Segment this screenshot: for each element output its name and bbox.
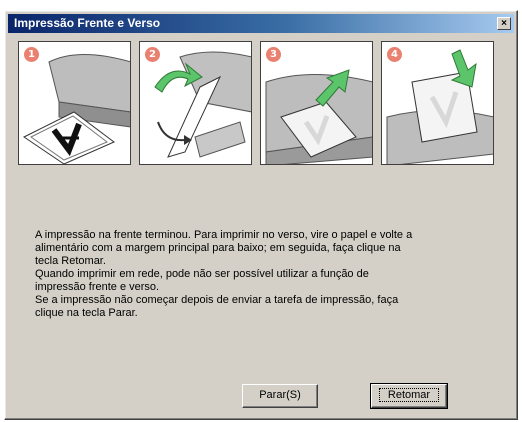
step-3-badge: 3: [266, 47, 281, 62]
resume-button-label: Retomar: [378, 388, 440, 402]
stop-button-label: Parar(S): [259, 389, 301, 401]
duplex-dialog: Impressão Frente e Verso × 1 2 3 4 A imp…: [4, 10, 518, 420]
step-4-illustration: 4: [381, 41, 494, 165]
message-line: tecla Retomar.: [35, 255, 106, 267]
step-1-badge: 1: [24, 47, 39, 62]
stop-button[interactable]: Parar(S): [242, 384, 318, 408]
step-1-illustration: 1: [18, 41, 131, 165]
step-3-illustration: 3: [260, 41, 373, 165]
close-icon: ×: [501, 18, 507, 29]
step-4-badge: 4: [387, 47, 402, 62]
close-button[interactable]: ×: [497, 17, 511, 30]
message-line: A impressão na frente terminou. Para imp…: [35, 229, 413, 241]
message-line: alimentário com a margem principal para …: [35, 242, 401, 254]
message-line: Quando imprimir em rede, pode não ser po…: [35, 268, 369, 280]
instructions-text: A impressão na frente terminou. Para imp…: [35, 229, 495, 320]
title-bar[interactable]: Impressão Frente e Verso ×: [8, 14, 514, 33]
message-line: clique na tecla Parar.: [35, 307, 138, 319]
step-2-badge: 2: [145, 47, 160, 62]
message-line: Se a impressão não começar depois de env…: [35, 294, 399, 306]
step-2-illustration: 2: [139, 41, 252, 165]
window-title: Impressão Frente e Verso: [14, 16, 161, 30]
resume-button[interactable]: Retomar: [370, 383, 448, 409]
message-line: impressão frente e verso.: [35, 281, 160, 293]
